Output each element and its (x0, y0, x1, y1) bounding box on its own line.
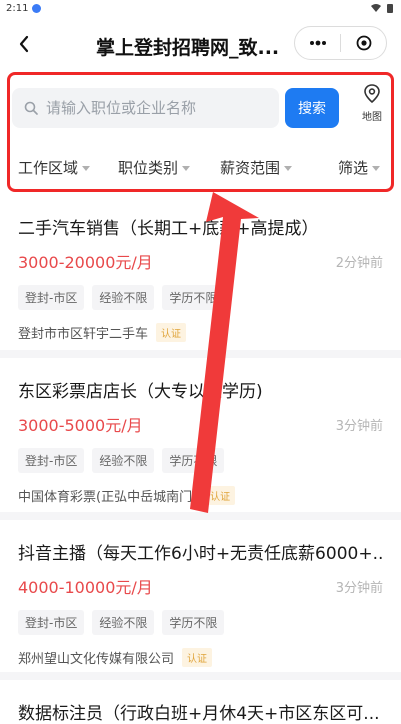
job-tag: 经验不限 (92, 610, 155, 635)
verified-badge: 认证 (182, 648, 213, 667)
divider (0, 350, 401, 358)
battery-icon (387, 4, 393, 13)
verified-badge: 认证 (156, 323, 187, 342)
job-time: 3分钟前 (335, 580, 383, 596)
filter-work-area[interactable]: 工作区域 (18, 157, 118, 178)
filter-salary-range[interactable]: 薪资范围 (220, 157, 338, 178)
filter-bar: 工作区域 职位类别 薪资范围 筛选 (18, 156, 388, 178)
wifi-icon (371, 4, 381, 12)
filter-label: 工作区域 (18, 158, 79, 177)
filter-label: 职位类别 (118, 158, 179, 177)
divider (0, 672, 401, 680)
back-button[interactable] (14, 32, 34, 56)
job-tag: 学历不限 (162, 610, 225, 635)
status-bar: 2:11 (0, 0, 401, 16)
job-time: 2分钟前 (335, 255, 383, 271)
job-title: 抖音主播（每天工作6小时+无责任底薪6000+... (18, 544, 383, 564)
job-tag: 学历不限 (162, 285, 225, 310)
job-time: 3分钟前 (335, 418, 383, 434)
filter-job-category[interactable]: 职位类别 (118, 157, 220, 178)
top-header: 掌上登封招聘网_致... (0, 16, 401, 72)
search-field[interactable] (12, 88, 279, 128)
close-target-icon (356, 35, 371, 51)
job-tag: 登封-市区 (18, 448, 85, 473)
caret-down-icon (182, 165, 191, 171)
company-name: 郑州望山文化传媒有限公司 (18, 652, 175, 667)
job-tag: 经验不限 (92, 285, 155, 310)
map-pin-icon (364, 84, 380, 104)
search-button[interactable]: 搜索 (285, 88, 339, 128)
search-icon (24, 101, 38, 115)
job-title: 东区彩票店店长（大专以上学历) (18, 382, 263, 402)
more-button[interactable] (295, 27, 340, 59)
company-name: 中国体育彩票(正弘中岳城南门) (18, 490, 198, 505)
job-card[interactable]: 数据标注员（行政白班+月休4天+市区东区可... (0, 699, 401, 724)
map-button[interactable]: 地图 (352, 84, 392, 130)
job-card[interactable]: 二手汽车销售（长期工+底薪+高提成） 3000-20000元/月 2分钟前 登封… (0, 214, 401, 342)
filter-label: 筛选 (338, 158, 369, 177)
page-title: 掌上登封招聘网_致... (96, 37, 280, 59)
caret-down-icon (372, 165, 381, 171)
map-label: 地图 (362, 112, 382, 123)
job-salary: 3000-5000元/月 (18, 416, 143, 435)
job-tag: 学历不限 (162, 448, 225, 473)
mini-program-capsule (294, 26, 387, 60)
job-tag: 登封-市区 (18, 610, 85, 635)
filter-more[interactable]: 筛选 (338, 157, 381, 178)
more-icon (309, 40, 326, 46)
notification-icon (32, 3, 42, 13)
back-icon (19, 35, 29, 53)
filter-label: 薪资范围 (220, 158, 281, 177)
job-title: 数据标注员（行政白班+月休4天+市区东区可... (18, 704, 380, 724)
job-tag: 登封-市区 (18, 285, 85, 310)
job-salary: 3000-20000元/月 (18, 253, 153, 272)
job-card[interactable]: 东区彩票店店长（大专以上学历) 3000-5000元/月 3分钟前 登封-市区 … (0, 377, 401, 505)
search-input[interactable] (46, 99, 266, 117)
job-card[interactable]: 抖音主播（每天工作6小时+无责任底薪6000+... 4000-10000元/月… (0, 539, 401, 667)
caret-down-icon (284, 165, 293, 171)
job-title: 二手汽车销售（长期工+底薪+高提成） (18, 219, 319, 239)
job-salary: 4000-10000元/月 (18, 578, 153, 597)
caret-down-icon (82, 165, 91, 171)
status-time: 2:11 (6, 2, 29, 14)
verified-badge: 认证 (205, 486, 236, 505)
close-button[interactable] (341, 27, 386, 59)
job-tag: 经验不限 (92, 448, 155, 473)
company-name: 登封市市区轩宇二手车 (18, 327, 149, 342)
divider (0, 512, 401, 520)
